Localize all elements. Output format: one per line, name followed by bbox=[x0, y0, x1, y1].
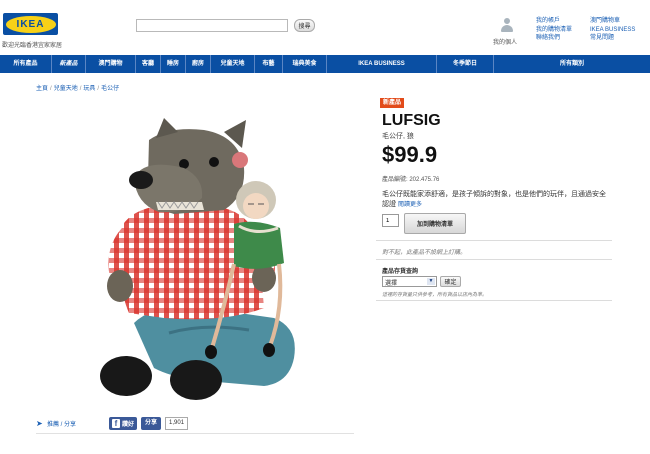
share-icon[interactable]: ➤ bbox=[36, 419, 44, 428]
service-links: 澳門購物車 IKEA BUSINESS 常見問題 bbox=[590, 17, 635, 43]
logo-text: IKEA bbox=[16, 18, 45, 30]
search-button[interactable]: 搜尋 bbox=[294, 19, 315, 32]
nav-item-8[interactable]: 瑞典美食 bbox=[283, 55, 327, 73]
nav-item-7[interactable]: 布藝 bbox=[255, 55, 283, 73]
add-to-list-button[interactable]: 加到購物清單 bbox=[404, 213, 466, 234]
nav-item-10[interactable]: 冬季節日 bbox=[437, 55, 494, 73]
profile-link[interactable]: 我的個人 bbox=[493, 18, 520, 46]
site-tagline: 歡迎光臨香港宜家家居 bbox=[2, 43, 63, 49]
like-count: 1,901 bbox=[165, 417, 189, 430]
nav-item-6[interactable]: 兒童天地 bbox=[211, 55, 255, 73]
product-name: LUFSIG bbox=[382, 112, 441, 129]
product-price: $99.9 bbox=[382, 142, 438, 167]
store-select[interactable]: 選擇 ▼ bbox=[382, 276, 437, 287]
new-product-badge: 新產品 bbox=[380, 98, 405, 108]
check-stock-button[interactable]: 確定 bbox=[440, 276, 461, 287]
nav-item-11[interactable]: 所有類別 bbox=[494, 55, 650, 73]
share-link[interactable]: 推薦 / 分享 bbox=[47, 419, 76, 428]
chevron-down-icon: ▼ bbox=[427, 278, 435, 285]
facebook-like-button[interactable]: f 讚好 bbox=[109, 417, 138, 430]
header-link-account[interactable]: 我的帳戶 bbox=[536, 17, 572, 26]
breadcrumb-toys[interactable]: 玩具 bbox=[83, 86, 95, 92]
quantity-input[interactable] bbox=[382, 214, 399, 227]
nav-item-1[interactable]: 新產品 bbox=[52, 55, 86, 73]
product-image[interactable] bbox=[74, 118, 314, 400]
info-divider bbox=[376, 240, 612, 241]
account-links: 我的帳戶 我的購物清單 聯絡我們 bbox=[536, 17, 572, 43]
stock-divider bbox=[376, 259, 612, 260]
header-link-ikea-business[interactable]: IKEA BUSINESS bbox=[590, 26, 635, 35]
breadcrumb-soft-toys[interactable]: 毛公仔 bbox=[101, 86, 119, 92]
nav-item-5[interactable]: 廚房 bbox=[186, 55, 211, 73]
search-input[interactable] bbox=[136, 19, 288, 32]
profile-label: 我的個人 bbox=[492, 40, 517, 46]
logo-oval: IKEA bbox=[5, 15, 56, 33]
read-more-link[interactable]: 閱讀更多 bbox=[398, 202, 422, 208]
breadcrumb-kids[interactable]: 兒童天地 bbox=[54, 86, 78, 92]
stock-disclaimer: 這裡的存貨量只供參考，所有貨品以店內為準。 bbox=[382, 292, 488, 298]
header-link-macau-cart[interactable]: 澳門購物車 bbox=[590, 17, 635, 26]
nav-item-0[interactable]: 所有產品 bbox=[0, 55, 52, 73]
nav-item-2[interactable]: 澳門購物 bbox=[86, 55, 136, 73]
product-description: 毛公仔, 狼 bbox=[382, 133, 414, 140]
ikea-logo[interactable]: IKEA bbox=[3, 13, 58, 35]
long-description: 毛公仔既能家添舒適，是孩子傾訴的對象，也是他們的玩伴，且通過安全認證 閱讀更多 bbox=[382, 190, 610, 210]
header-link-faq[interactable]: 常見問題 bbox=[590, 34, 635, 43]
facebook-share-button[interactable]: 分享 bbox=[141, 417, 162, 430]
store-select-value: 選擇 bbox=[385, 281, 398, 287]
online-order-note: 對不起，此產品不設網上訂購。 bbox=[382, 250, 467, 256]
breadcrumb-home[interactable]: 主頁 bbox=[36, 86, 48, 92]
share-divider bbox=[36, 433, 354, 434]
facebook-like-label: 讚好 bbox=[122, 422, 135, 428]
user-icon bbox=[501, 18, 513, 32]
nav-item-3[interactable]: 客廳 bbox=[136, 55, 161, 73]
breadcrumb: 主頁 / 兒童天地 / 玩具 / 毛公仔 bbox=[36, 86, 120, 92]
header-link-shopping-list[interactable]: 我的購物清單 bbox=[536, 26, 572, 35]
share-bar: ➤ 推薦 / 分享 f 讚好 分享 1,901 bbox=[36, 417, 189, 430]
main-nav: 所有產品 新產品 澳門購物 客廳 睡房 廚房 兒童天地 布藝 瑞典美食 IKEA BUSINESS… bbox=[0, 55, 650, 73]
bottom-divider bbox=[376, 300, 612, 301]
article-number: 產品編號: 202.475.76 bbox=[382, 177, 440, 183]
facebook-icon: f bbox=[112, 419, 121, 428]
nav-item-9[interactable]: IKEA BUSINESS bbox=[327, 55, 437, 73]
nav-item-4[interactable]: 睡房 bbox=[161, 55, 186, 73]
site-header: IKEA 歡迎光臨香港宜家家居 搜尋 我的個人 我的帳戶 我的購物清單 聯絡我們… bbox=[0, 0, 650, 52]
stock-check-title: 產品存貨查詢 bbox=[382, 269, 419, 275]
header-link-contact[interactable]: 聯絡我們 bbox=[536, 34, 572, 43]
